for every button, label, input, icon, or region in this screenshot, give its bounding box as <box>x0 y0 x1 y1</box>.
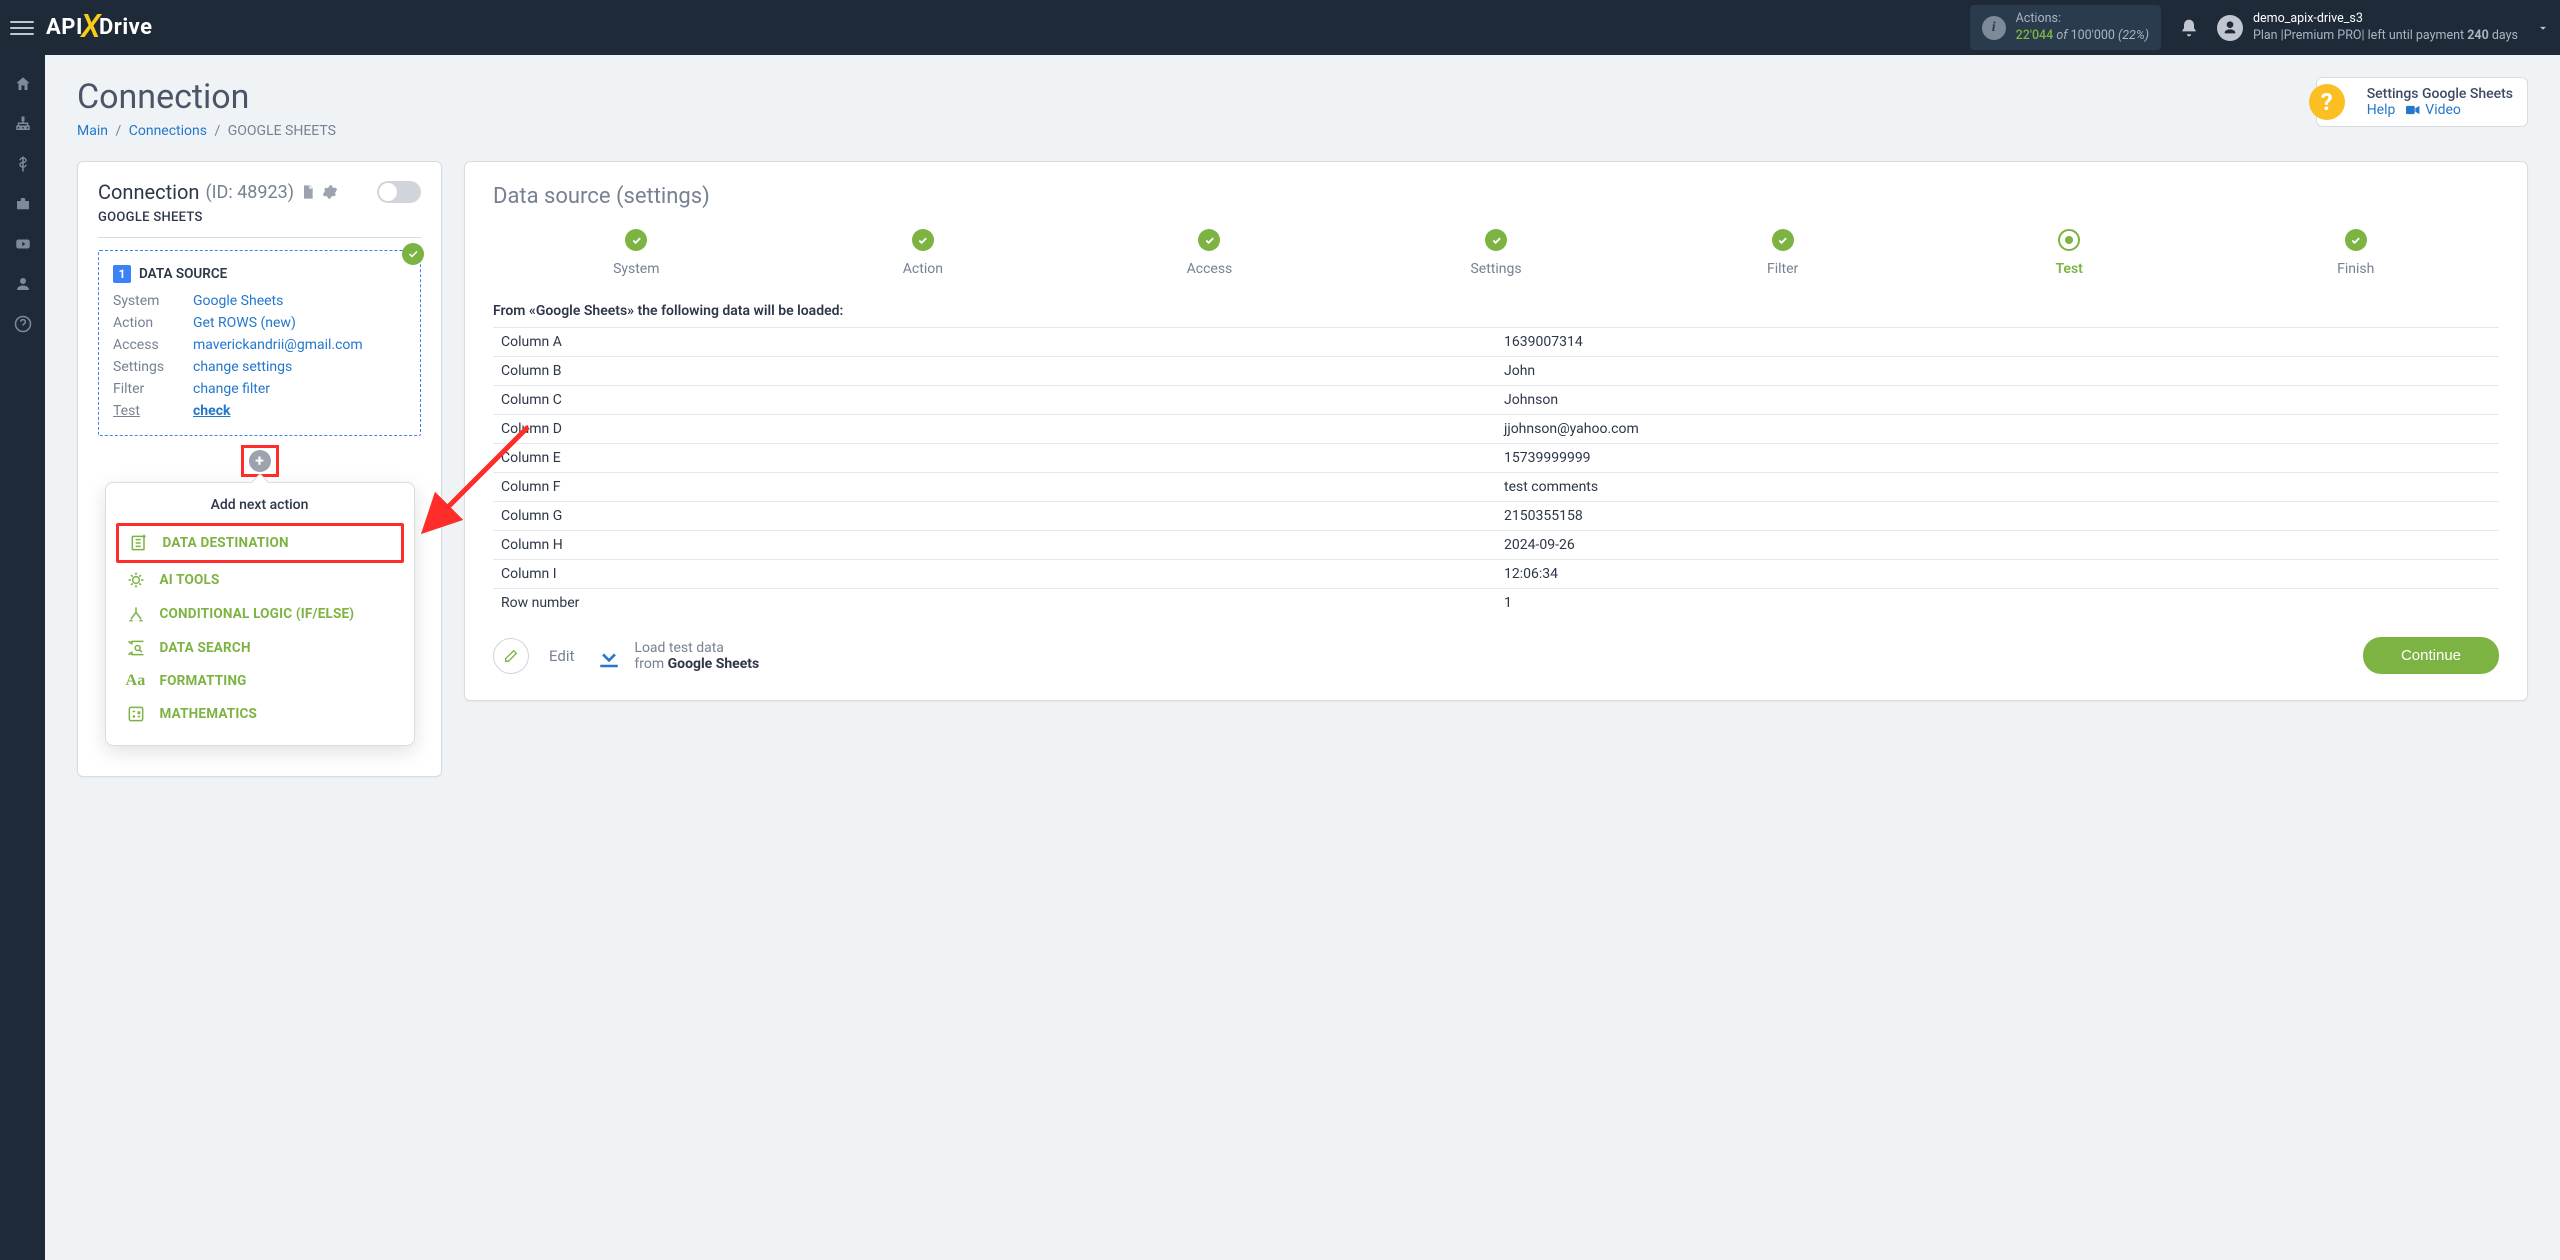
breadcrumb-main[interactable]: Main <box>77 123 108 139</box>
source-row-label: Test <box>113 403 193 419</box>
source-row-link[interactable]: maverickandrii@gmail.com <box>193 337 363 353</box>
source-row-link[interactable]: Get ROWS (new) <box>193 315 296 331</box>
data-preview-table: Column A1639007314Column BJohnColumn CJo… <box>493 327 2499 617</box>
connection-id: (ID: 48923) <box>205 182 294 203</box>
table-row: Column Djjohnson@yahoo.com <box>493 415 2499 444</box>
help-link[interactable]: Help <box>2367 102 2396 118</box>
table-row: Column E15739999999 <box>493 444 2499 473</box>
step-finish[interactable]: Finish <box>2212 229 2499 277</box>
source-row-link[interactable]: Google Sheets <box>193 293 283 309</box>
source-row-label: Action <box>113 315 193 331</box>
breadcrumb-connections[interactable]: Connections <box>129 123 207 139</box>
table-row: Column G2150355158 <box>493 502 2499 531</box>
data-source-box[interactable]: 1 DATA SOURCE SystemGoogle SheetsActionG… <box>98 250 421 436</box>
action-item-data-search[interactable]: DATA SEARCH <box>116 631 404 665</box>
add-action-popover: Add next action DATA DESTINATION AI TOOL… <box>105 482 415 746</box>
table-row: Column Ftest comments <box>493 473 2499 502</box>
table-row: Column BJohn <box>493 357 2499 386</box>
app-header: APIXDrive i Actions: 22'044 of 100'000 (… <box>0 0 2560 55</box>
table-row: Column I12:06:34 <box>493 560 2499 589</box>
formatting-icon: Aa <box>126 672 146 690</box>
source-row-link[interactable]: change filter <box>193 381 270 397</box>
help-circle-icon[interactable]: ? <box>2309 84 2345 120</box>
logo[interactable]: APIXDrive <box>46 15 153 40</box>
dollar-icon[interactable] <box>14 155 32 173</box>
step-indicator: SystemActionAccessSettingsFilterTestFini… <box>493 229 2499 277</box>
breadcrumb: Main / Connections / GOOGLE SHEETS <box>77 123 336 139</box>
menu-toggle[interactable] <box>10 16 34 40</box>
chevron-down-icon[interactable] <box>2536 21 2550 35</box>
data-preview-header: From «Google Sheets» the following data … <box>493 303 2499 319</box>
sidebar <box>0 55 45 1260</box>
step-action[interactable]: Action <box>780 229 1067 277</box>
connection-card-title: Connection <box>98 180 199 204</box>
bell-icon[interactable] <box>2179 18 2199 38</box>
action-item-mathematics[interactable]: MATHEMATICS <box>116 697 404 731</box>
download-icon <box>594 641 624 671</box>
step-access[interactable]: Access <box>1066 229 1353 277</box>
step-number-badge: 1 <box>113 265 131 283</box>
actions-label: Actions: <box>2016 11 2149 27</box>
step-test[interactable]: Test <box>1926 229 2213 277</box>
note-icon[interactable] <box>300 184 316 200</box>
briefcase-icon[interactable] <box>14 195 32 213</box>
popover-title: Add next action <box>116 497 404 513</box>
edit-label: Edit <box>549 647 574 665</box>
breadcrumb-current: GOOGLE SHEETS <box>228 123 336 139</box>
source-row-link[interactable]: check <box>193 403 230 419</box>
action-item-formatting[interactable]: Aa FORMATTING <box>116 665 404 697</box>
source-row-label: Access <box>113 337 193 353</box>
load-test-data-button[interactable]: Load test data from Google Sheets <box>594 640 759 672</box>
page-title: Connection <box>77 77 336 117</box>
step-system[interactable]: System <box>493 229 780 277</box>
check-badge-icon <box>402 243 424 265</box>
data-source-settings-card: Data source (settings) SystemActionAcces… <box>464 161 2528 701</box>
table-row: Column H2024-09-26 <box>493 531 2499 560</box>
info-icon: i <box>1982 16 2006 40</box>
action-item-ai-tools[interactable]: AI TOOLS <box>116 563 404 597</box>
table-row: Column CJohnson <box>493 386 2499 415</box>
question-icon[interactable] <box>14 315 32 333</box>
video-link[interactable]: Video <box>2406 102 2461 118</box>
help-box: ? Settings Google Sheets Help Video <box>2316 77 2528 127</box>
data-source-header: DATA SOURCE <box>139 266 227 282</box>
user-menu[interactable]: demo_apix-drive_s3 Plan |Premium PRO| le… <box>2217 11 2518 44</box>
user-icon[interactable] <box>14 275 32 293</box>
connection-type: GOOGLE SHEETS <box>98 210 421 238</box>
table-row: Row number1 <box>493 589 2499 618</box>
step-settings[interactable]: Settings <box>1353 229 1640 277</box>
user-name: demo_apix-drive_s3 <box>2253 11 2518 27</box>
source-row-label: Settings <box>113 359 193 375</box>
user-avatar-icon <box>2217 15 2243 41</box>
actions-counter[interactable]: i Actions: 22'044 of 100'000 (22%) <box>1970 5 2161 50</box>
settings-title: Data source (settings) <box>493 184 2499 209</box>
enable-toggle[interactable] <box>377 181 421 203</box>
user-plan: Plan |Premium PRO| left until payment 24… <box>2253 28 2518 44</box>
action-item-data-destination[interactable]: DATA DESTINATION <box>116 523 404 563</box>
table-row: Column A1639007314 <box>493 328 2499 357</box>
source-row-link[interactable]: change settings <box>193 359 292 375</box>
action-item-conditional-logic[interactable]: CONDITIONAL LOGIC (IF/ELSE) <box>116 597 404 631</box>
source-row-label: System <box>113 293 193 309</box>
youtube-icon[interactable] <box>14 235 32 253</box>
edit-button[interactable] <box>493 638 529 674</box>
gear-icon[interactable] <box>322 184 338 200</box>
sitemap-icon[interactable] <box>14 115 32 133</box>
continue-button[interactable]: Continue <box>2363 637 2499 674</box>
step-filter[interactable]: Filter <box>1639 229 1926 277</box>
help-title: Settings Google Sheets <box>2367 86 2513 102</box>
connection-card: Connection (ID: 48923) GOOGLE SHEETS 1 D… <box>77 161 442 777</box>
home-icon[interactable] <box>14 75 32 93</box>
source-row-label: Filter <box>113 381 193 397</box>
